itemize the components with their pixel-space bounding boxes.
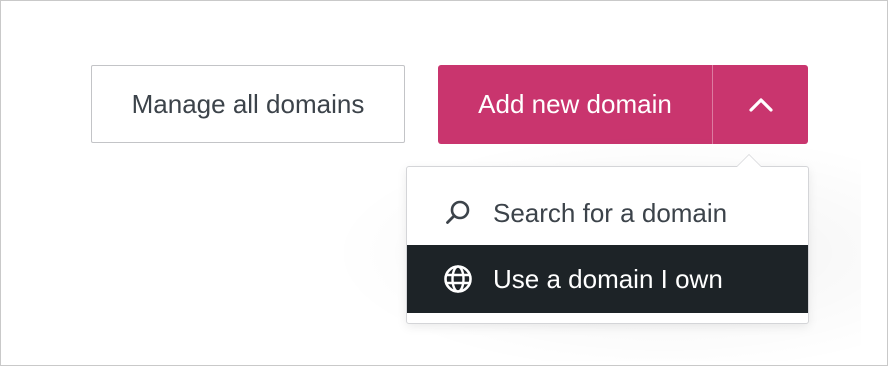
search-icon (443, 198, 473, 228)
menu-item-use-own-domain[interactable]: Use a domain I own (407, 245, 808, 313)
add-domain-dropdown-menu: Search for a domain Use a domain I own (406, 166, 809, 324)
dropdown-toggle-button[interactable] (713, 65, 808, 144)
manage-all-domains-button[interactable]: Manage all domains (91, 65, 405, 143)
add-new-domain-button[interactable]: Add new domain (438, 65, 712, 144)
add-domain-split-button: Add new domain (438, 65, 808, 144)
menu-item-use-own-domain-label: Use a domain I own (493, 263, 723, 294)
add-new-domain-label: Add new domain (478, 89, 672, 119)
menu-item-search-domain-label: Search for a domain (493, 197, 728, 228)
manage-all-domains-label: Manage all domains (131, 88, 365, 119)
menu-item-search-domain[interactable]: Search for a domain (407, 179, 808, 247)
globe-icon (443, 264, 473, 294)
screenshot-frame: Manage all domains Add new domain Search… (0, 0, 888, 366)
chevron-up-icon (748, 97, 773, 112)
